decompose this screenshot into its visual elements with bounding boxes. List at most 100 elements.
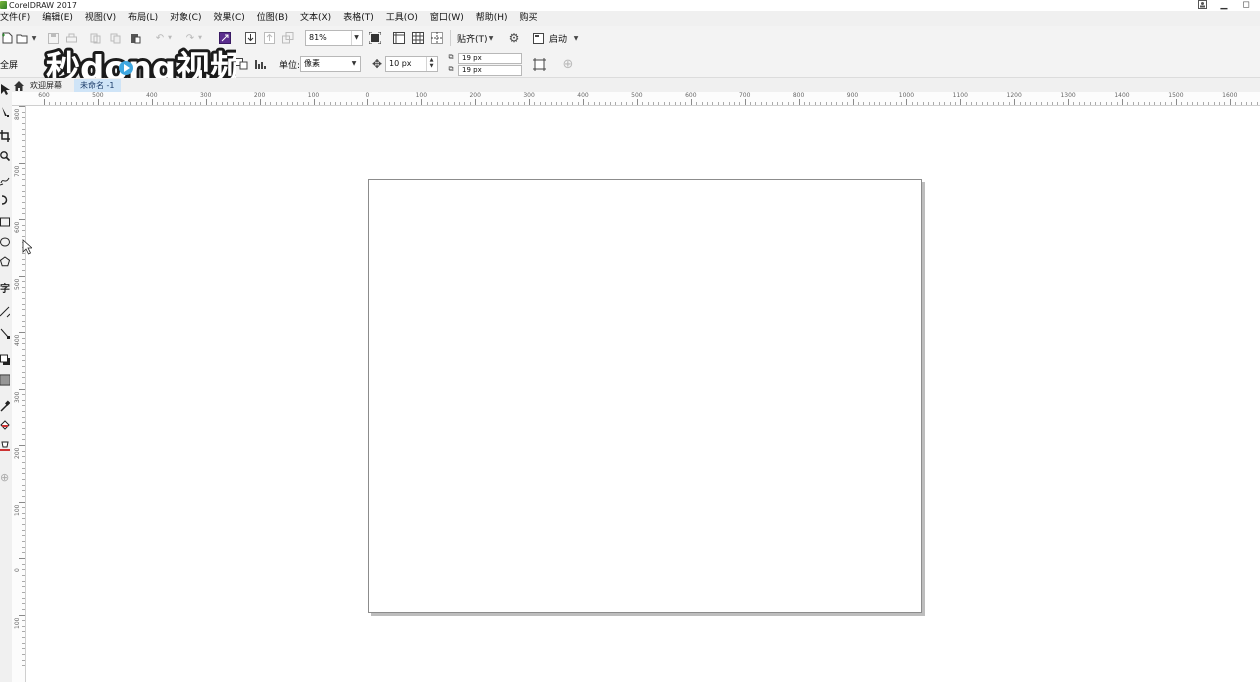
ellipse-tool-icon[interactable] xyxy=(0,236,12,252)
launch-dropdown-icon[interactable]: ▼ xyxy=(571,31,581,45)
drop-shadow-tool-icon[interactable] xyxy=(0,354,12,370)
menu-help[interactable]: 帮助(H) xyxy=(476,11,508,26)
shape-tool-icon[interactable] xyxy=(0,106,12,122)
ruler-minor-tick xyxy=(728,102,730,105)
pick-tool-icon[interactable] xyxy=(0,84,12,100)
ruler-minor-tick xyxy=(437,102,439,105)
menu-file[interactable]: 文件(F) xyxy=(0,11,30,26)
full-screen-preview-icon[interactable] xyxy=(368,31,382,45)
interactive-fill-tool-icon[interactable] xyxy=(0,420,12,436)
launch-app-icon[interactable] xyxy=(531,31,545,45)
ruler-minor-tick xyxy=(22,286,25,288)
ruler-tick-label: 800 xyxy=(792,92,805,99)
ruler-major-tick xyxy=(313,99,315,105)
transparency-tool-icon[interactable] xyxy=(0,374,12,390)
ruler-tick-label: 300 xyxy=(14,391,21,403)
show-rulers-icon[interactable] xyxy=(392,31,406,45)
rectangle-tool-icon[interactable] xyxy=(0,216,12,232)
ruler-minor-tick xyxy=(534,102,536,105)
snap-to-button[interactable]: 贴齐(T) xyxy=(457,32,488,45)
open-dropdown-icon[interactable]: ▼ xyxy=(29,31,39,45)
ruler-minor-tick xyxy=(200,102,202,105)
menu-window[interactable]: 窗口(W) xyxy=(430,11,464,26)
menu-table[interactable]: 表格(T) xyxy=(343,11,374,26)
restore-button[interactable]: ◻ xyxy=(1236,0,1256,11)
tab-untitled-document[interactable]: 未命名 -1 xyxy=(74,79,121,92)
tab-welcome-screen[interactable]: 欢迎屏幕 xyxy=(24,79,68,92)
zoom-level-dropdown[interactable]: 81% ▼ xyxy=(305,30,363,46)
ruler-tick-label: 400 xyxy=(146,92,158,99)
ruler-minor-tick xyxy=(22,586,25,588)
parallel-dimension-tool-icon[interactable] xyxy=(0,306,12,322)
menu-edit[interactable]: 编辑(E) xyxy=(42,11,73,26)
draw-objects-icon[interactable] xyxy=(254,57,268,71)
freehand-tool-icon[interactable] xyxy=(0,174,12,190)
menu-bitmaps[interactable]: 位图(B) xyxy=(257,11,288,26)
ruler-origin[interactable] xyxy=(12,92,26,106)
publish-pdf-icon[interactable] xyxy=(281,31,295,45)
polygon-tool-icon[interactable] xyxy=(0,256,12,272)
page-frame-icon[interactable] xyxy=(532,57,546,71)
ruler-tick-label: 400 xyxy=(14,334,21,346)
document-page[interactable] xyxy=(368,179,922,613)
menu-layout[interactable]: 布局(L) xyxy=(128,11,158,26)
menu-text[interactable]: 文本(X) xyxy=(300,11,331,26)
horizontal-ruler[interactable]: 600 500 400 300 200 100 0 100 200 300 400 500 600 700… xyxy=(25,92,1260,106)
zoom-tool-icon[interactable] xyxy=(0,150,12,166)
gear-icon[interactable]: ⚙ xyxy=(507,31,521,45)
duplicate-distance-x-field[interactable]: 19 px xyxy=(458,53,522,64)
ruler-minor-tick xyxy=(22,269,25,271)
quick-customize-icon[interactable]: ⊕ xyxy=(0,470,12,486)
ruler-tick-label: 1100 xyxy=(952,92,968,99)
menu-tools[interactable]: 工具(O) xyxy=(386,11,418,26)
menu-effects[interactable]: 效果(C) xyxy=(213,11,244,26)
menu-object[interactable]: 对象(C) xyxy=(170,11,201,26)
ruler-tick-label: 100 xyxy=(14,617,21,629)
text-tool-icon[interactable]: 字 xyxy=(0,282,12,298)
duplicate-x-icon: ⧉ xyxy=(448,52,454,61)
ruler-major-tick xyxy=(19,445,25,446)
treat-as-filled-icon[interactable] xyxy=(234,57,248,71)
ruler-minor-tick xyxy=(1095,102,1097,105)
new-document-icon[interactable] xyxy=(0,31,14,45)
snap-dropdown-icon[interactable]: ▼ xyxy=(486,31,496,45)
connector-tool-icon[interactable] xyxy=(0,328,12,344)
add-quick-customize-icon[interactable]: ⊕ xyxy=(561,57,575,72)
launch-button[interactable]: 启动 xyxy=(549,32,567,45)
crop-tool-icon[interactable] xyxy=(0,130,12,146)
ruler-minor-tick xyxy=(22,134,25,136)
show-guidelines-icon[interactable] xyxy=(430,31,444,45)
ruler-major-tick xyxy=(421,99,423,105)
units-dropdown[interactable]: 像素 ▼ xyxy=(300,56,361,72)
ruler-minor-tick xyxy=(561,102,563,105)
minimize-button[interactable]: ▁ xyxy=(1214,0,1234,11)
vertical-ruler[interactable]: 800 700 600 500 400 300 200 100 0 100 xyxy=(12,106,26,682)
smart-fill-tool-icon[interactable] xyxy=(0,440,12,456)
ruler-minor-tick xyxy=(1213,102,1215,105)
user-icon[interactable] xyxy=(1192,0,1212,11)
ruler-minor-tick xyxy=(1024,102,1026,105)
eyedropper-tool-icon[interactable] xyxy=(0,400,12,416)
coreldraw-app-icon xyxy=(0,1,7,9)
ruler-minor-tick xyxy=(1208,102,1210,105)
import-icon[interactable] xyxy=(243,31,257,45)
menu-buy[interactable]: 购买 xyxy=(520,11,538,26)
nudge-distance-field[interactable]: 10 px ▲ ▼ xyxy=(385,56,438,72)
duplicate-distance-y-field[interactable]: 19 px xyxy=(458,65,522,76)
ruler-tick-label: 500 xyxy=(14,278,21,290)
ruler-minor-tick xyxy=(291,102,293,105)
spinner-arrows-icon[interactable]: ▲ ▼ xyxy=(426,57,436,71)
open-folder-icon[interactable] xyxy=(15,31,29,45)
artistic-media-tool-icon[interactable] xyxy=(0,194,12,210)
ruler-minor-tick xyxy=(103,102,105,105)
ruler-minor-tick xyxy=(22,190,25,192)
export-icon[interactable] xyxy=(262,31,276,45)
drawing-window[interactable] xyxy=(26,106,1260,682)
menu-view[interactable]: 视图(V) xyxy=(85,11,116,26)
ruler-minor-tick xyxy=(976,102,978,105)
ruler-minor-tick xyxy=(345,102,347,105)
fullscreen-label[interactable]: 全屏 xyxy=(0,58,18,71)
ruler-minor-tick xyxy=(22,654,25,656)
ruler-minor-tick xyxy=(766,102,768,105)
show-grid-icon[interactable] xyxy=(411,31,425,45)
